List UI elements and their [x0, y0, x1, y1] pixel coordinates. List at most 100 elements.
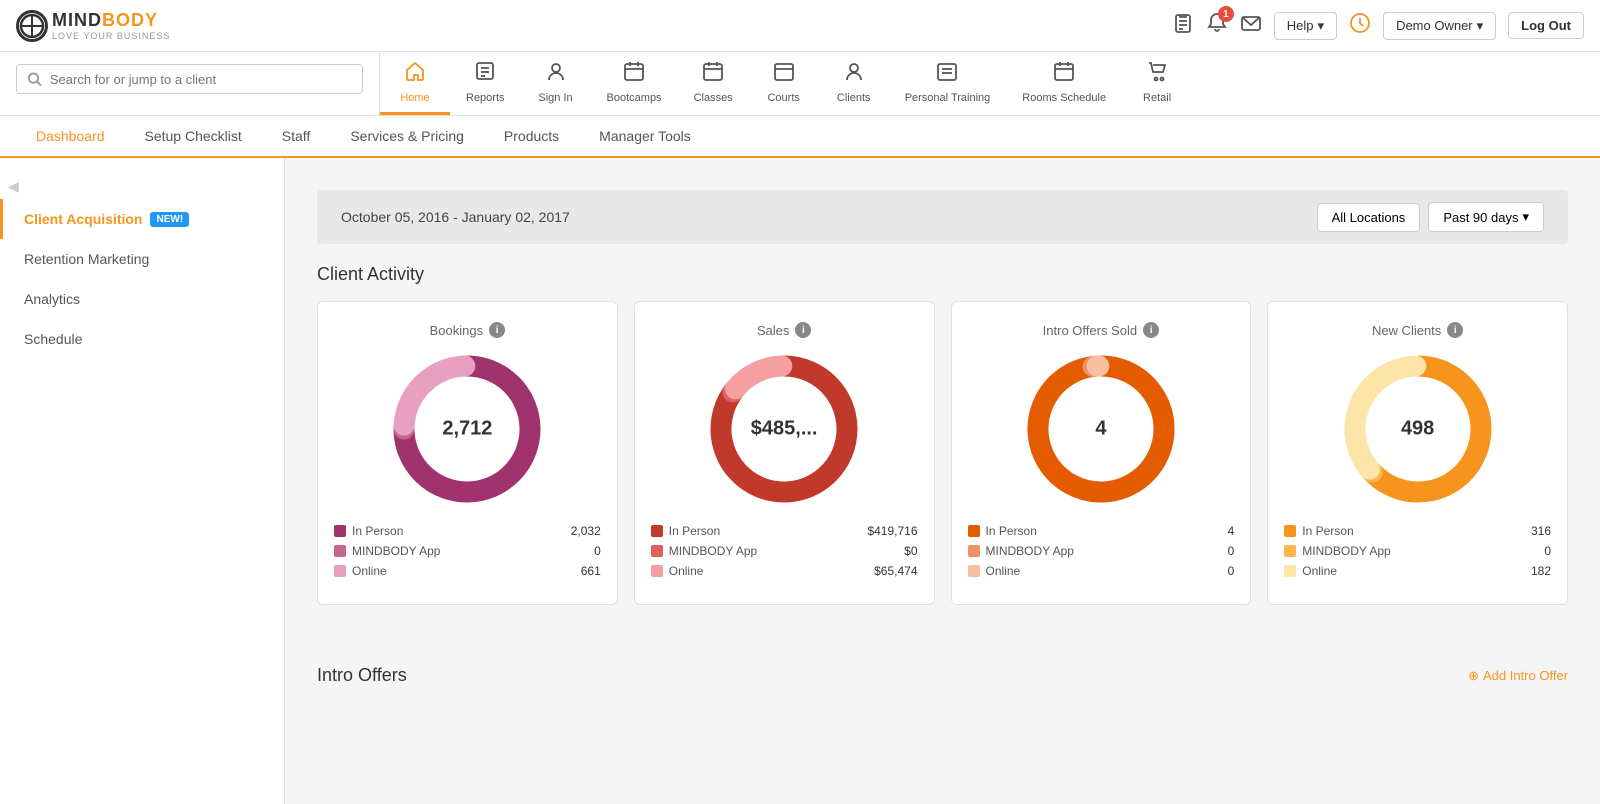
nav-label-bootcamps: Bootcamps — [607, 92, 662, 104]
user-button[interactable]: Demo Owner ▾ — [1383, 12, 1496, 40]
nav-tab-retail[interactable]: Retail — [1122, 52, 1192, 115]
legend-item: Online 0 — [968, 564, 1235, 578]
nav-tab-classes[interactable]: Classes — [678, 52, 749, 115]
nav-icon-classes — [702, 60, 724, 88]
sub-nav-services-&-pricing[interactable]: Services & Pricing — [330, 116, 484, 158]
nav-icon-bootcamps — [623, 60, 645, 88]
nav-icon-home — [404, 60, 426, 88]
legend-value: 0 — [594, 544, 601, 558]
legend-item: MINDBODY App $0 — [651, 544, 918, 558]
legend-label: Online — [669, 564, 704, 578]
nav-tab-courts[interactable]: Courts — [749, 52, 819, 115]
nav-label-reports: Reports — [466, 92, 505, 104]
top-right-actions: 1 Help ▾ Demo Owner ▾ Log Out — [1172, 12, 1584, 40]
nav-label-retail: Retail — [1143, 92, 1171, 104]
legend-dot — [968, 565, 980, 577]
nav-tab-reports[interactable]: Reports — [450, 52, 521, 115]
sub-nav-staff[interactable]: Staff — [262, 116, 331, 158]
card-sales: Sales i $485,... In Person $419,716 MIND… — [634, 301, 935, 605]
legend-label: Online — [1302, 564, 1337, 578]
nav-label-clients: Clients — [837, 92, 871, 104]
legend-dot — [651, 565, 663, 577]
card-title: Bookings i — [430, 322, 505, 338]
nav-tab-personal-training[interactable]: Personal Training — [889, 52, 1007, 115]
mail-icon[interactable] — [1240, 12, 1262, 39]
legend-label: In Person — [669, 524, 720, 538]
logo: MINDBODY LOVE YOUR BUSINESS — [16, 10, 170, 42]
info-icon[interactable]: i — [1447, 322, 1463, 338]
sidebar-label: Schedule — [24, 331, 82, 347]
search-wrap[interactable] — [16, 64, 363, 94]
client-activity-section: Client Activity Bookings i 2,712 In Pers… — [285, 244, 1600, 649]
nav-icon-retail — [1146, 60, 1168, 88]
card-bookings: Bookings i 2,712 In Person 2,032 MINDBOD… — [317, 301, 618, 605]
nav-icon-sign-in — [545, 60, 567, 88]
legend-item: Online $65,474 — [651, 564, 918, 578]
legend-value: $419,716 — [867, 524, 917, 538]
help-button[interactable]: Help ▾ — [1274, 12, 1337, 40]
logout-button[interactable]: Log Out — [1508, 12, 1584, 39]
card-new-clients: New Clients i 498 In Person 316 MINDBODY… — [1267, 301, 1568, 605]
sidebar-item-schedule[interactable]: Schedule — [0, 319, 284, 359]
nav-label-personal-training: Personal Training — [905, 92, 991, 104]
legend-value: 182 — [1531, 564, 1551, 578]
nav-tab-rooms-schedule[interactable]: Rooms Schedule — [1006, 52, 1122, 115]
nav-tab-sign-in[interactable]: Sign In — [521, 52, 591, 115]
search-icon — [27, 71, 42, 87]
top-bar: MINDBODY LOVE YOUR BUSINESS 1 — [0, 0, 1600, 52]
date-range: October 05, 2016 - January 02, 2017 — [341, 209, 570, 225]
nav-icon-personal-training — [936, 60, 958, 88]
legend-value: 2,032 — [571, 524, 601, 538]
donut-chart: 2,712 — [392, 354, 542, 504]
time-filter-button[interactable]: Past 90 days ▾ — [1428, 202, 1544, 232]
nav-label-courts: Courts — [767, 92, 799, 104]
sidebar-label: Retention Marketing — [24, 251, 149, 267]
search-input[interactable] — [50, 72, 352, 87]
logo-name: MINDBODY — [52, 10, 170, 31]
info-icon[interactable]: i — [795, 322, 811, 338]
legend-dot — [968, 545, 980, 557]
sidebar-item-retention-marketing[interactable]: Retention Marketing — [0, 239, 284, 279]
location-filter-button[interactable]: All Locations — [1317, 203, 1421, 232]
sub-nav-setup-checklist[interactable]: Setup Checklist — [125, 116, 262, 158]
nav-label-classes: Classes — [694, 92, 733, 104]
sub-nav-manager-tools[interactable]: Manager Tools — [579, 116, 711, 158]
clipboard-icon[interactable] — [1172, 12, 1194, 39]
legend-label: MINDBODY App — [669, 544, 757, 558]
card-title: Intro Offers Sold i — [1043, 322, 1159, 338]
nav-label-rooms-schedule: Rooms Schedule — [1022, 92, 1106, 104]
nav-icon-clients — [843, 60, 865, 88]
bell-icon[interactable]: 1 — [1206, 12, 1228, 39]
info-icon[interactable]: i — [1143, 322, 1159, 338]
legend-value: 0 — [1228, 564, 1235, 578]
legend: In Person $419,716 MINDBODY App $0 Onlin… — [651, 524, 918, 584]
sidebar-item-analytics[interactable]: Analytics — [0, 279, 284, 319]
nav-icon-courts — [773, 60, 795, 88]
clock-icon[interactable] — [1349, 12, 1371, 39]
donut-center-value: $485,... — [751, 418, 818, 441]
legend-value: 4 — [1228, 524, 1235, 538]
logo-icon — [16, 10, 48, 42]
sidebar-item-client-acquisition[interactable]: Client AcquisitionNEW! — [0, 199, 284, 239]
nav-tab-clients[interactable]: Clients — [819, 52, 889, 115]
donut-chart: $485,... — [709, 354, 859, 504]
nav-tab-bootcamps[interactable]: Bootcamps — [591, 52, 678, 115]
sidebar-label: Analytics — [24, 291, 80, 307]
search-area — [0, 52, 380, 115]
add-intro-offer-link[interactable]: ⊕ Add Intro Offer — [1468, 668, 1568, 684]
sub-nav: DashboardSetup ChecklistStaffServices & … — [0, 116, 1600, 158]
sub-nav-products[interactable]: Products — [484, 116, 579, 158]
donut-center-value: 2,712 — [442, 418, 492, 441]
intro-offers-title: Intro Offers — [317, 665, 407, 686]
card-title: Sales i — [757, 322, 812, 338]
nav-icon-rooms-schedule — [1053, 60, 1075, 88]
nav-tab-home[interactable]: Home — [380, 52, 450, 115]
legend-value: $65,474 — [874, 564, 917, 578]
legend-label: In Person — [352, 524, 403, 538]
legend-item: In Person $419,716 — [651, 524, 918, 538]
sub-nav-dashboard[interactable]: Dashboard — [16, 116, 125, 158]
legend-dot — [334, 525, 346, 537]
nav-label-sign-in: Sign In — [538, 92, 572, 104]
nav-label-home: Home — [400, 92, 429, 104]
info-icon[interactable]: i — [489, 322, 505, 338]
